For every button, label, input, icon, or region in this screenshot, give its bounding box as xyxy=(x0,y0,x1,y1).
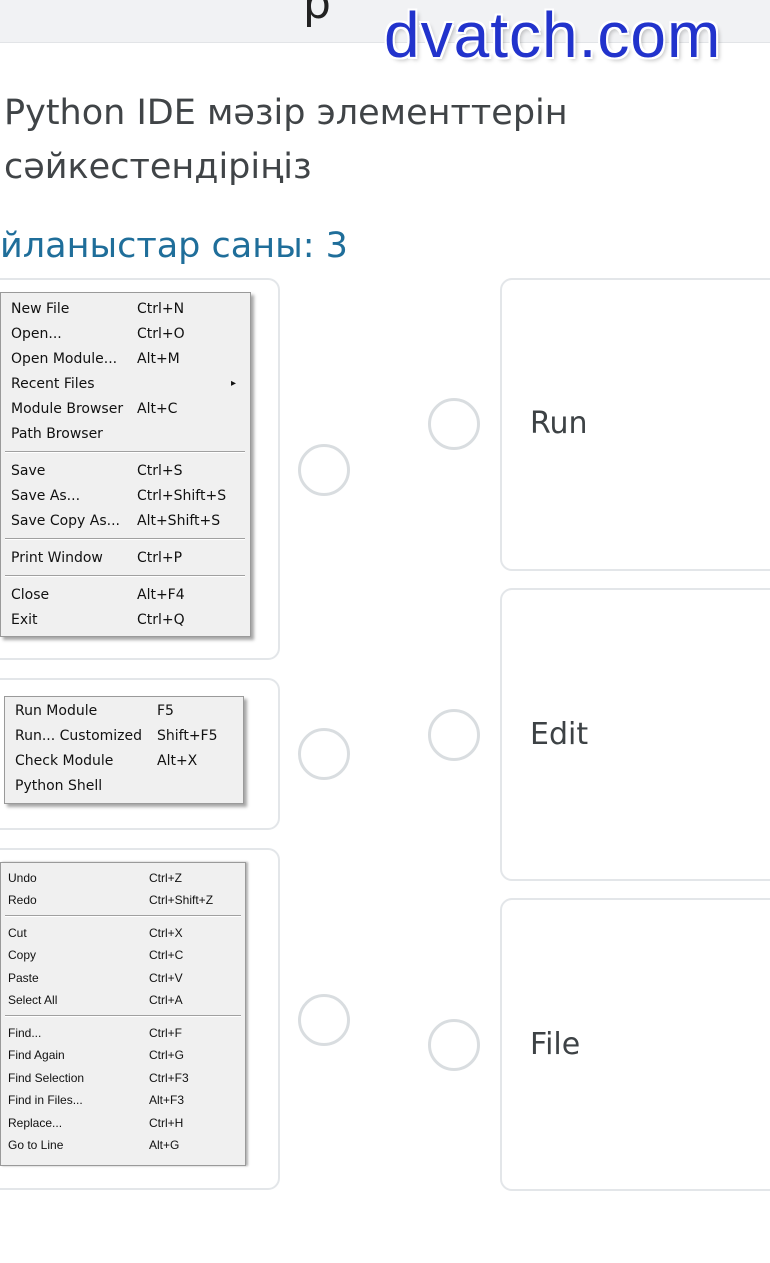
menu-item-find-selection: Find Selection xyxy=(8,1071,85,1085)
menu-item-find-in-files: Find in Files... xyxy=(8,1093,83,1107)
menu-item-print-window: Print Window xyxy=(11,550,103,566)
submenu-arrow-icon: ▸ xyxy=(231,378,237,389)
radio-right-edit[interactable] xyxy=(428,709,480,761)
shortcut: Ctrl+O xyxy=(137,326,185,342)
menu-item-paste: Paste xyxy=(8,971,39,985)
menu-item-close: Close xyxy=(11,587,50,603)
menu-item-save-as: Save As... xyxy=(11,488,81,504)
shortcut: Ctrl+H xyxy=(149,1116,184,1130)
shortcut: Ctrl+G xyxy=(149,1048,185,1062)
shortcut: Alt+C xyxy=(137,401,178,417)
run-menu-image: Run Module F5 Run... Customized Shift+F5… xyxy=(4,696,244,804)
menu-item-save-copy-as: Save Copy As... xyxy=(11,513,120,529)
radio-right-run[interactable] xyxy=(428,398,480,450)
menu-separator xyxy=(5,1015,241,1017)
menu-item-run-module: Run Module xyxy=(15,703,98,719)
radio-left-3[interactable] xyxy=(298,994,350,1046)
option-label-run: Run xyxy=(530,406,588,441)
edit-menu-image: Undo Ctrl+Z Redo Ctrl+Shift+Z Cut Ctrl+X… xyxy=(0,862,246,1166)
shortcut: Ctrl+Shift+S xyxy=(137,488,227,504)
menu-item-recent-files: Recent Files xyxy=(11,376,95,392)
file-menu-image: New File Ctrl+N Open... Ctrl+O Open Modu… xyxy=(0,292,251,637)
menu-item-new-file: New File xyxy=(11,301,70,317)
header-partial-glyph: р xyxy=(303,0,331,29)
shortcut: Shift+F5 xyxy=(157,728,218,744)
shortcut: Ctrl+Q xyxy=(137,612,185,628)
menu-item-open: Open... xyxy=(11,326,62,342)
shortcut: Ctrl+A xyxy=(149,993,183,1007)
radio-left-1[interactable] xyxy=(298,444,350,496)
shortcut: Alt+Shift+S xyxy=(137,513,221,529)
menu-item-go-to-line: Go to Line xyxy=(8,1138,64,1152)
menu-separator xyxy=(5,451,245,453)
menu-item-save: Save xyxy=(11,463,46,479)
shortcut: Ctrl+F xyxy=(149,1026,182,1040)
menu-item-copy: Copy xyxy=(8,948,37,962)
shortcut: Ctrl+S xyxy=(137,463,183,479)
radio-right-file[interactable] xyxy=(428,1019,480,1071)
menu-item-find: Find... xyxy=(8,1026,42,1040)
menu-item-check-module: Check Module xyxy=(15,753,114,769)
menu-item-path-browser: Path Browser xyxy=(11,426,103,442)
menu-separator xyxy=(5,538,245,540)
shortcut: F5 xyxy=(157,703,174,719)
menu-item-module-browser: Module Browser xyxy=(11,401,124,417)
menu-separator xyxy=(5,915,241,917)
shortcut: Ctrl+V xyxy=(149,971,183,985)
menu-item-exit: Exit xyxy=(11,612,38,628)
menu-item-undo: Undo xyxy=(8,871,37,885)
shortcut: Ctrl+F3 xyxy=(149,1071,189,1085)
watermark-logo: dvatch.com xyxy=(384,0,722,71)
option-label-edit: Edit xyxy=(530,717,589,752)
pairs-count: йланыстар саны: 3 xyxy=(0,226,348,266)
menu-item-run-customized: Run... Customized xyxy=(15,728,143,744)
shortcut: Alt+F4 xyxy=(137,587,185,603)
menu-item-cut: Cut xyxy=(8,926,27,940)
shortcut: Ctrl+Shift+Z xyxy=(149,893,214,907)
shortcut: Ctrl+C xyxy=(149,948,184,962)
menu-item-open-module: Open Module... xyxy=(11,351,118,367)
menu-item-redo: Redo xyxy=(8,893,37,907)
radio-left-2[interactable] xyxy=(298,728,350,780)
menu-item-python-shell: Python Shell xyxy=(15,778,103,794)
menu-item-replace: Replace... xyxy=(8,1116,63,1130)
menu-item-select-all: Select All xyxy=(8,993,58,1007)
menu-item-find-again: Find Again xyxy=(8,1048,65,1062)
shortcut: Alt+G xyxy=(149,1138,180,1152)
question-text: Python IDE мәзір элементтерін сәйкестенд… xyxy=(4,93,568,187)
shortcut: Alt+M xyxy=(137,351,180,367)
shortcut: Ctrl+X xyxy=(149,926,183,940)
option-label-file: File xyxy=(530,1027,581,1062)
menu-separator xyxy=(5,575,245,577)
shortcut: Alt+F3 xyxy=(149,1093,185,1107)
shortcut: Ctrl+P xyxy=(137,550,183,566)
shortcut: Ctrl+N xyxy=(137,301,185,317)
shortcut: Alt+X xyxy=(157,753,198,769)
shortcut: Ctrl+Z xyxy=(149,871,182,885)
